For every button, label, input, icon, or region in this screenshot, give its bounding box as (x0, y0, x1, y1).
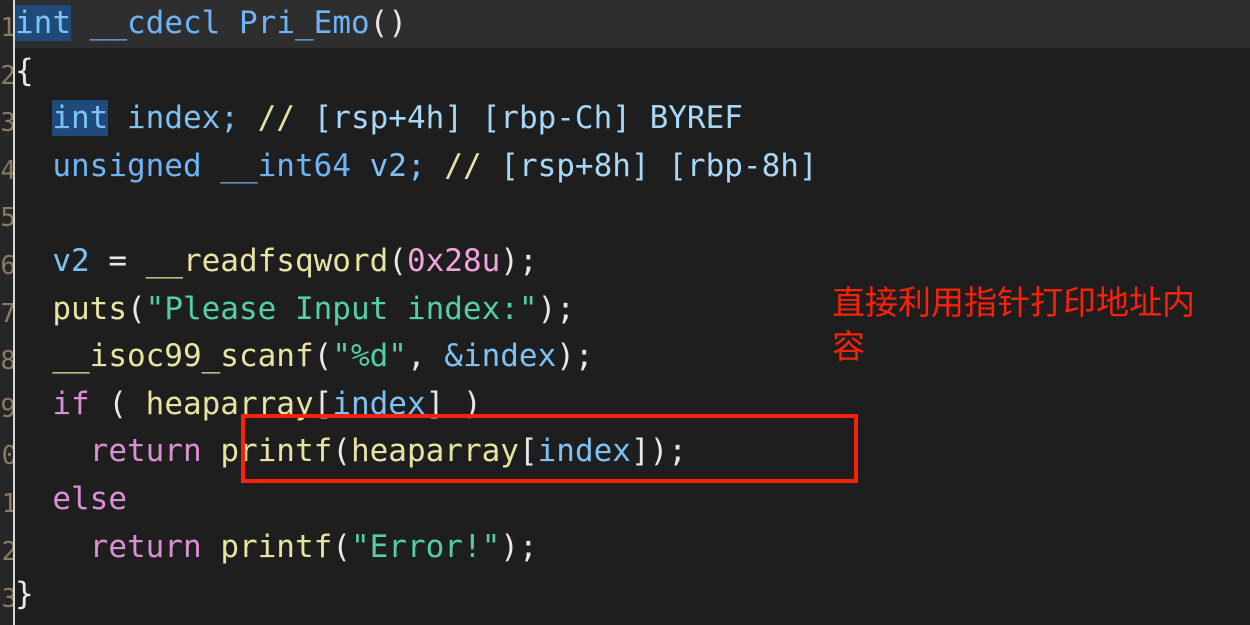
line-number: 5 (0, 203, 13, 234)
gutter-separator-rule (13, 0, 15, 625)
code-line-open-brace[interactable]: { (15, 48, 1250, 96)
token-function-printf[interactable]: printf (220, 433, 332, 469)
token-comment-body: [rsp+8h] [rbp-8h] (500, 147, 818, 184)
line-number-strip: 1 2 3 4 5 6 7 8 9 10 11 12 13 (0, 0, 13, 624)
token-paren-open: ( (332, 528, 351, 565)
token-paren-close-semicolon: ); (537, 290, 575, 327)
token-keyword-if[interactable]: if (52, 386, 89, 422)
token-var-index[interactable]: index (538, 433, 631, 469)
token-comma: , (406, 338, 445, 375)
line-number: 9 (0, 393, 13, 424)
token-paren-close-semicolon: ); (556, 338, 594, 375)
token-open-brace: { (15, 52, 34, 89)
token-string-literal[interactable]: "Please Input index:" (146, 291, 538, 327)
token-bracket-open: [ (518, 433, 538, 470)
token-paren-open: ( (89, 385, 146, 422)
token-close-brace: } (15, 576, 34, 613)
token-calling-convention[interactable]: __cdecl (90, 5, 221, 41)
token-var-v2[interactable]: v2; (351, 148, 444, 184)
token-array-heaparray[interactable]: heaparray (146, 386, 314, 422)
token-var-index[interactable]: index; (108, 100, 257, 136)
code-line-else[interactable]: else (15, 476, 1250, 524)
token-function-readfsqword[interactable]: __readfsqword (146, 243, 389, 279)
code-line-decl-v2[interactable]: unsigned __int64 v2; // [rsp+8h] [rbp-8h… (15, 143, 1250, 191)
line-number: 7 (0, 298, 13, 329)
line-number: 11 (0, 488, 13, 519)
token-type-int[interactable]: int (52, 100, 109, 137)
code-line-close-brace[interactable]: } (15, 571, 1250, 619)
token-number-literal[interactable]: 0x28u (407, 243, 500, 279)
token-paren-open: ( (332, 433, 351, 470)
token-type-uint64[interactable]: unsigned __int64 (52, 148, 351, 184)
token-bracket-close-paren: ] ) (425, 385, 482, 422)
token-comment-marker: // (257, 100, 314, 137)
line-number: 10 (0, 441, 13, 472)
line-number-gutter[interactable]: 1 2 3 4 5 6 7 8 9 10 11 12 13 (0, 0, 13, 625)
token-paren-close-semicolon: ); (500, 242, 538, 279)
line-number: 4 (0, 155, 13, 186)
token-string-literal[interactable]: "%d" (332, 338, 407, 374)
token-paren-open: ( (126, 290, 146, 327)
token-comment-marker: // (444, 147, 501, 184)
code-line-decl-index[interactable]: int index; // [rsp+4h] [rbp-Ch] BYREF (15, 95, 1250, 143)
code-line-return-printf-error[interactable]: return printf("Error!"); (15, 524, 1250, 572)
token-params: () (369, 5, 407, 41)
token-bracket-open: [ (313, 385, 333, 422)
code-line-return-printf-heaparray[interactable]: return printf(heaparray[index]); (15, 428, 1250, 476)
token-string-literal[interactable]: "Error!" (351, 529, 500, 565)
token-function-isoc99-scanf[interactable]: __isoc99_scanf (52, 338, 313, 374)
code-line-signature[interactable]: int __cdecl Pri_Emo() (15, 0, 1250, 48)
decompiler-pseudocode-view: 1 2 3 4 5 6 7 8 9 10 11 12 13 int __cdec… (0, 0, 1250, 625)
line-number: 3 (0, 108, 13, 139)
token-paren-open: ( (388, 242, 407, 279)
token-paren-open: ( (313, 338, 333, 375)
token-array-heaparray[interactable]: heaparray (351, 433, 519, 469)
line-number: 2 (0, 60, 13, 91)
token-assign-operator: = (89, 242, 146, 279)
token-comment-body: [rsp+4h] [rbp-Ch] BYREF (313, 100, 743, 137)
code-line-blank[interactable] (15, 190, 1250, 238)
token-function-puts[interactable]: puts (52, 291, 127, 327)
code-line-if[interactable]: if ( heaparray[index] ) (15, 381, 1250, 429)
token-keyword-return[interactable]: return (90, 433, 202, 469)
token-var-index[interactable]: index (332, 386, 425, 422)
token-function-name[interactable]: Pri_Emo (239, 5, 370, 41)
red-annotation-note: 直接利用指针打印地址内容 (832, 283, 1195, 366)
line-number: 13 (0, 584, 13, 615)
token-arg-index-address[interactable]: &index (444, 338, 556, 374)
token-keyword-return[interactable]: return (90, 529, 202, 565)
token-bracket-close-paren-semicolon: ]); (630, 433, 687, 470)
token-var-v2[interactable]: v2 (52, 243, 89, 279)
line-number: 6 (0, 250, 13, 281)
line-number: 8 (0, 346, 13, 377)
line-number: 12 (0, 536, 13, 567)
token-paren-close-semicolon: ); (500, 528, 538, 565)
code-line-v2-assign[interactable]: v2 = __readfsqword(0x28u); (15, 238, 1250, 286)
token-return-type[interactable]: int (15, 5, 71, 41)
token-function-printf[interactable]: printf (220, 529, 332, 565)
token-keyword-else[interactable]: else (52, 481, 127, 517)
line-number: 1 (0, 13, 13, 43)
